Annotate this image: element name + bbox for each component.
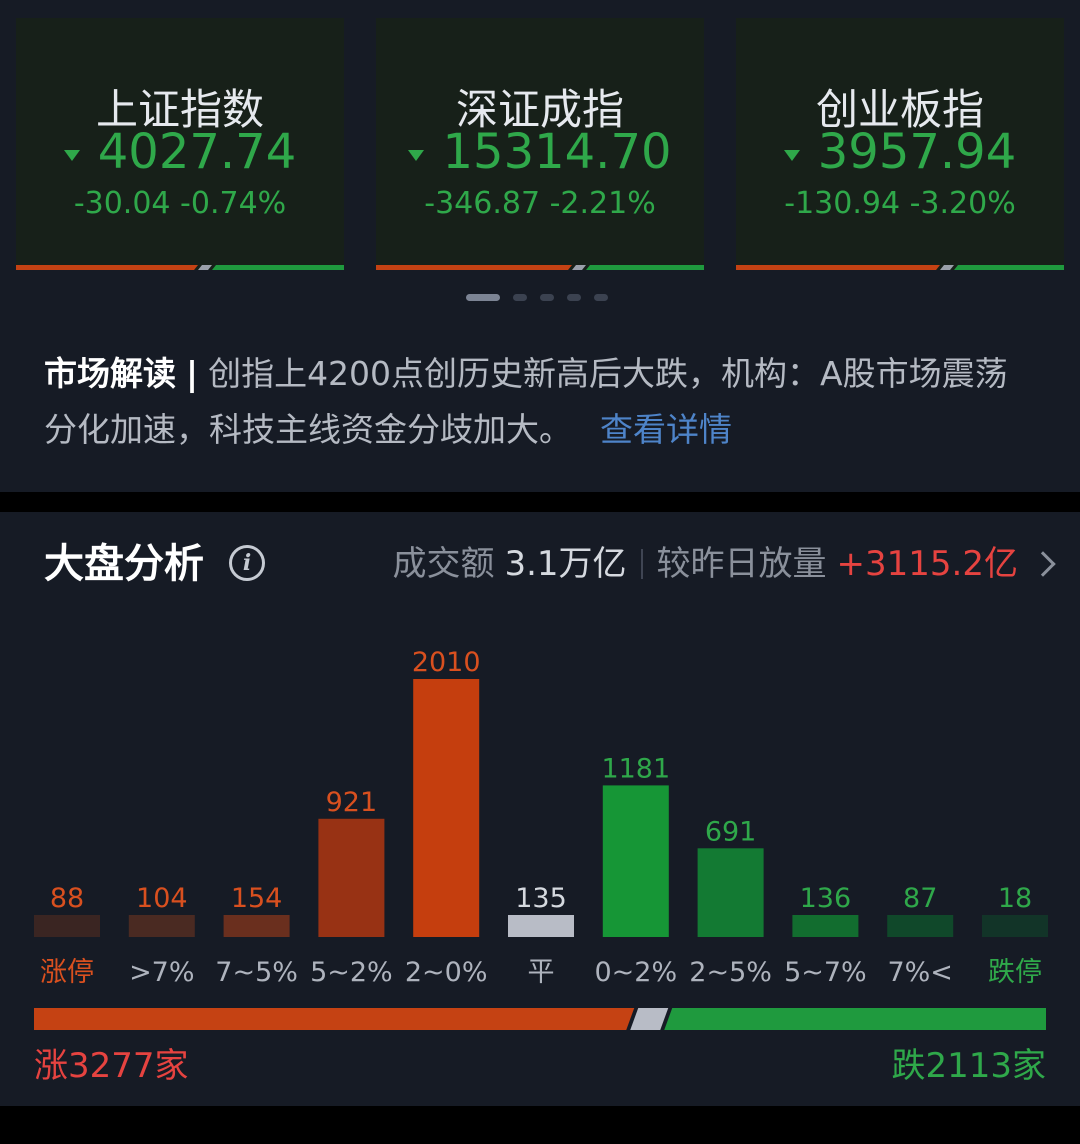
- category-label: >7%: [129, 957, 194, 988]
- carousel-dot[interactable]: [594, 294, 608, 301]
- advancers-segment: [34, 1008, 635, 1030]
- down-arrow-icon: [783, 149, 800, 161]
- chevron-right-icon: [1030, 551, 1056, 577]
- category-label: 2~5%: [689, 957, 772, 988]
- index-value: 3957.94: [817, 124, 1017, 180]
- section-title: 大盘分析: [44, 541, 204, 587]
- distribution-chart: 88 涨停 104 >7% 154 7~5% 921 5~2% 2010 2~0% 135 平 1181…: [34, 647, 1048, 988]
- turnover-value: 3.1万亿: [504, 544, 627, 584]
- decliners-count: 跌2113家: [891, 1046, 1046, 1086]
- index-value-row: 15314.70: [376, 122, 704, 182]
- bar-9: [887, 915, 954, 937]
- index-value: 4027.74: [97, 124, 297, 180]
- bar-value-label: 88: [50, 883, 84, 914]
- divider: [640, 549, 643, 579]
- flat-segment: [630, 1008, 669, 1030]
- bar-8: [792, 915, 859, 937]
- bar-value-label: 2010: [412, 647, 481, 678]
- bar-value-label: 921: [326, 787, 378, 818]
- breadth-ratio-bar: [34, 1008, 1046, 1030]
- bar-value-label: 135: [515, 883, 567, 914]
- card-ratio-bar: [736, 265, 1064, 270]
- compare-value: +3115.2亿: [836, 544, 1018, 584]
- index-card-shanghai[interactable]: 上证指数 4027.74 -30.04 -0.74%: [16, 18, 344, 270]
- bar-2: [223, 915, 290, 937]
- commentary-separator: |: [186, 354, 199, 393]
- bar-0: [34, 915, 100, 937]
- category-label: 7%<: [887, 957, 952, 988]
- view-details-link[interactable]: 查看详情: [600, 410, 732, 449]
- carousel-dot[interactable]: [540, 294, 554, 301]
- category-label: 2~0%: [405, 957, 488, 988]
- top-panel: 上证指数 4027.74 -30.04 -0.74% 深证成指 15314.70…: [0, 0, 1080, 492]
- down-arrow-icon: [63, 149, 80, 161]
- index-value-row: 4027.74: [16, 122, 344, 182]
- index-value-row: 3957.94: [736, 122, 1064, 182]
- compare-label: 较昨日放量: [656, 544, 827, 584]
- category-label: 0~2%: [594, 957, 677, 988]
- carousel-indicator: [466, 294, 621, 301]
- advancers-count: 涨3277家: [34, 1046, 189, 1086]
- bar-10: [982, 915, 1048, 937]
- carousel-dot[interactable]: [567, 294, 581, 301]
- index-card-shenzhen[interactable]: 深证成指 15314.70 -346.87 -2.21%: [376, 18, 704, 270]
- category-label: 5~2%: [310, 957, 393, 988]
- bar-value-label: 1181: [601, 753, 670, 784]
- card-ratio-bar: [376, 265, 704, 270]
- card-ratio-bar: [16, 265, 344, 270]
- category-label: 7~5%: [215, 957, 298, 988]
- decliners-segment: [664, 1008, 1046, 1030]
- bar-value-label: 136: [800, 883, 852, 914]
- bar-value-label: 104: [136, 883, 188, 914]
- category-label: 涨停: [40, 957, 94, 988]
- index-change: -30.04 -0.74%: [73, 186, 287, 221]
- bar-value-label: 154: [231, 883, 283, 914]
- bar-5: [508, 915, 574, 937]
- category-label: 5~7%: [784, 957, 867, 988]
- bar-value-label: 18: [998, 883, 1032, 914]
- market-commentary: 市场解读 | 创指上4200点创历史新高后大跌，机构：A股市场震荡分化加速，科技主线…: [44, 346, 1034, 458]
- carousel-dot[interactable]: [513, 294, 527, 301]
- turnover-label: 成交额: [392, 544, 495, 584]
- index-value: 15314.70: [442, 124, 672, 180]
- info-icon[interactable]: i: [229, 545, 265, 581]
- category-label: 跌停: [988, 957, 1042, 988]
- down-arrow-icon: [408, 149, 425, 161]
- turnover-summary[interactable]: 成交额 3.1万亿 较昨日放量 +3115.2亿: [392, 540, 1056, 588]
- bar-value-label: 87: [903, 883, 937, 914]
- bar-3: [318, 818, 385, 937]
- carousel-dot[interactable]: [466, 294, 500, 301]
- bar-value-label: 691: [705, 816, 757, 847]
- index-card-chinext[interactable]: 创业板指 3957.94 -130.94 -3.20%: [736, 18, 1064, 270]
- bar-7: [697, 848, 764, 937]
- bar-1: [128, 915, 195, 937]
- market-analysis-panel: 大盘分析 i 成交额 3.1万亿 较昨日放量 +3115.2亿 88 涨停 104 >…: [0, 512, 1080, 1106]
- category-label: 平: [528, 957, 555, 988]
- bar-4: [413, 679, 480, 937]
- index-change: -346.87 -2.21%: [424, 186, 656, 221]
- commentary-title: 市场解读: [44, 354, 176, 393]
- bar-6: [602, 785, 669, 937]
- index-change: -130.94 -3.20%: [784, 186, 1016, 221]
